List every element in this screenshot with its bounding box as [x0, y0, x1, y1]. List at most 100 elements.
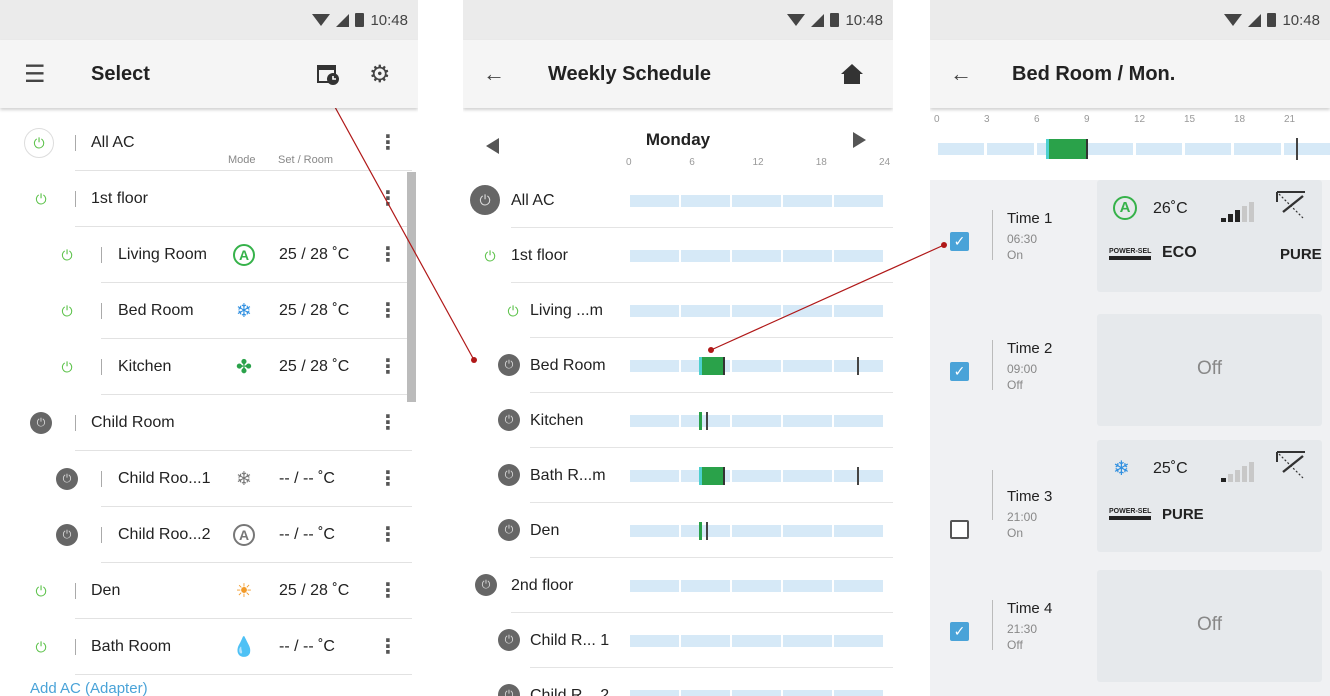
scrollbar[interactable] — [407, 172, 416, 402]
power-icon[interactable]: ⏻ — [498, 464, 520, 486]
ac-row-bed-room[interactable]: ⏻ Bed Room ❄ 25 / 28 ˚C ⋮ — [0, 283, 418, 339]
power-icon[interactable]: ⏻ — [30, 412, 52, 434]
on-period-bar[interactable] — [698, 467, 725, 485]
airflow-direction-icon — [1275, 190, 1307, 227]
track-cell — [732, 525, 781, 537]
home-icon[interactable] — [840, 62, 864, 86]
power-icon[interactable]: ⏻ — [26, 632, 56, 662]
ac-row-living-room[interactable]: ⏻ Living Room A 25 / 28 ˚C ⋮ — [0, 227, 418, 283]
power-icon[interactable]: ⏻ — [498, 519, 520, 541]
more-options-icon[interactable]: ⋮ — [378, 133, 398, 153]
schedule-row-all-ac[interactable]: ⏻ All AC — [463, 173, 893, 228]
power-icon[interactable]: ⏻ — [498, 354, 520, 376]
wifi-icon — [787, 14, 806, 26]
weekly-schedule-screen: 10:48 ← Weekly Schedule Monday 0 6 12 18 24 … — [463, 0, 893, 696]
power-icon[interactable]: ⏻ — [475, 574, 497, 596]
on-period-bar[interactable] — [698, 357, 725, 375]
temperature-value: -- / -- ˚C — [279, 470, 335, 487]
track-cell — [732, 470, 781, 482]
timer-checkbox[interactable]: ✓ — [950, 362, 969, 381]
power-icon[interactable]: ⏻ — [52, 296, 82, 326]
more-options-icon[interactable]: ⋮ — [378, 301, 398, 321]
ac-row-child-roo-1[interactable]: ⏻ Child Roo...1 ❄ -- / -- ˚C ⋮ — [0, 451, 418, 507]
power-icon[interactable]: ⏻ — [475, 241, 505, 271]
timer-time: 09:00 — [1007, 362, 1038, 376]
schedule-row-living-m[interactable]: ⏻ Living ...m — [463, 283, 893, 338]
back-arrow-icon[interactable]: ← — [950, 61, 972, 87]
page-title: Weekly Schedule — [548, 62, 712, 85]
weekly-schedule-icon[interactable] — [316, 62, 340, 86]
ac-row-kitchen[interactable]: ⏻ Kitchen ✤ 25 / 28 ˚C ⋮ — [0, 339, 418, 395]
temperature-value: 25 / 28 ˚C — [279, 358, 350, 375]
power-icon[interactable]: ⏻ — [498, 629, 520, 651]
power-icon[interactable]: ⏻ — [56, 524, 78, 546]
track-cell — [834, 195, 883, 207]
ac-row-1st-floor[interactable]: ⏻ 1st floor ⋮ — [0, 171, 418, 227]
timer-row-4: ✓ Time 4 21:30 Off Off — [930, 570, 1330, 690]
schedule-label: Child R... 1 — [530, 631, 610, 649]
settings-gear-icon[interactable]: ⚙ — [369, 60, 391, 89]
divider — [992, 470, 993, 520]
track-cell — [783, 635, 832, 647]
add-ac-link[interactable]: Add AC (Adapter) — [30, 680, 148, 696]
timer-settings-card[interactable]: ❄ 25˚C POWER-SEL PURE — [1097, 440, 1322, 552]
temperature-value: -- / -- ˚C — [279, 526, 335, 543]
next-day-icon[interactable] — [853, 132, 866, 148]
track-cell — [630, 415, 679, 427]
power-icon[interactable]: ⏻ — [26, 184, 56, 214]
track-cell — [732, 250, 781, 262]
more-options-icon[interactable]: ⋮ — [378, 245, 398, 265]
more-options-icon[interactable]: ⋮ — [378, 413, 398, 433]
power-icon[interactable]: ⏻ — [498, 296, 528, 326]
more-options-icon[interactable]: ⋮ — [378, 581, 398, 601]
timer-settings-card[interactable]: A 26˚C POWER-SEL ECO PURE — [1097, 180, 1322, 292]
schedule-row-kitchen[interactable]: ⏻ Kitchen — [463, 393, 893, 448]
timer-checkbox[interactable] — [950, 520, 969, 539]
fan-level-bar — [1249, 202, 1254, 222]
more-options-icon[interactable]: ⋮ — [378, 357, 398, 377]
schedule-row-bed-room[interactable]: ⏻ Bed Room — [463, 338, 893, 393]
more-options-icon[interactable]: ⋮ — [378, 189, 398, 209]
fan-level-bar — [1221, 478, 1226, 482]
schedule-row-1st-floor[interactable]: ⏻ 1st floor — [463, 228, 893, 283]
power-icon[interactable]: ⏻ — [498, 684, 520, 696]
track-cell — [732, 635, 781, 647]
time-tick: 18 — [815, 157, 827, 168]
ac-row-bath-room[interactable]: ⏻ Bath Room 💧 -- / -- ˚C ⋮ — [0, 619, 418, 675]
power-icon[interactable]: ⏻ — [26, 576, 56, 606]
more-options-icon[interactable]: ⋮ — [378, 469, 398, 489]
schedule-row-bath-r-m[interactable]: ⏻ Bath R...m — [463, 448, 893, 503]
more-options-icon[interactable]: ⋮ — [378, 525, 398, 545]
schedule-row-child-r-1[interactable]: ⏻ Child R... 1 — [463, 613, 893, 668]
timer-time: 06:30 — [1007, 232, 1038, 246]
schedule-label: Kitchen — [530, 411, 584, 429]
schedule-label: All AC — [511, 191, 555, 209]
track-cell — [987, 143, 1034, 155]
timer-name: Time 3 — [1007, 488, 1053, 505]
schedule-track — [630, 195, 883, 207]
power-icon[interactable]: ⏻ — [56, 468, 78, 490]
schedule-row-den[interactable]: ⏻ Den — [463, 503, 893, 558]
ac-label: Bed Room — [118, 302, 194, 319]
schedule-row-child-r-2[interactable]: ⏻ Child R... 2 — [463, 668, 893, 696]
schedule-row-2nd-floor[interactable]: ⏻ 2nd floor — [463, 558, 893, 613]
menu-icon[interactable]: ☰ — [24, 60, 46, 89]
power-icon[interactable]: ⏻ — [24, 128, 54, 158]
timer-checkbox[interactable]: ✓ — [950, 232, 969, 251]
ac-row-den[interactable]: ⏻ Den ☀ 25 / 28 ˚C ⋮ — [0, 563, 418, 619]
ac-row-child-roo-2[interactable]: ⏻ Child Roo...2 A -- / -- ˚C ⋮ — [0, 507, 418, 563]
power-icon[interactable]: ⏻ — [52, 240, 82, 270]
off-label: Off — [1197, 358, 1222, 379]
ac-row-all-ac[interactable]: ⏻ All AC ⋮ — [0, 115, 418, 171]
ac-row-child-room[interactable]: ⏻ Child Room ⋮ — [0, 395, 418, 451]
timer-settings-card[interactable]: Off — [1097, 570, 1322, 682]
weekly-app-bar: ← Weekly Schedule — [463, 40, 893, 108]
timer-checkbox[interactable]: ✓ — [950, 622, 969, 641]
back-arrow-icon[interactable]: ← — [483, 61, 505, 87]
power-icon[interactable]: ⏻ — [470, 185, 500, 215]
timer-settings-card[interactable]: Off — [1097, 314, 1322, 426]
power-icon[interactable]: ⏻ — [498, 409, 520, 431]
more-options-icon[interactable]: ⋮ — [378, 637, 398, 657]
power-icon[interactable]: ⏻ — [52, 352, 82, 382]
on-period-bar[interactable] — [1046, 139, 1088, 159]
